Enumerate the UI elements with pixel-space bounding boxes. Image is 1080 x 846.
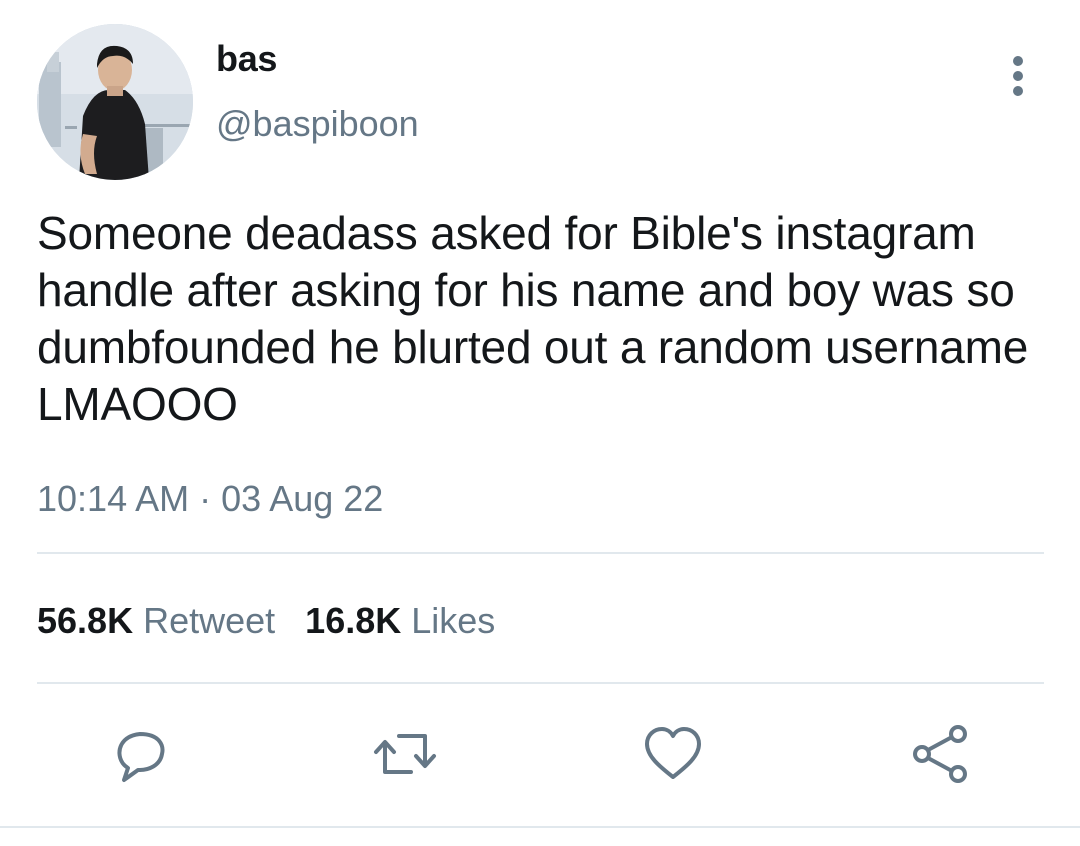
divider xyxy=(0,826,1080,828)
tweet-timestamp[interactable]: 10:14 AM · 03 Aug 22 xyxy=(37,478,383,520)
author-name[interactable]: bas xyxy=(216,38,277,80)
likes-stat[interactable]: 16.8K Likes xyxy=(305,600,495,641)
avatar-photo xyxy=(37,24,193,180)
tweet-date: 03 Aug 22 xyxy=(221,478,384,519)
tweet-stats: 56.8K Retweet 16.8K Likes xyxy=(37,600,495,642)
avatar[interactable] xyxy=(37,24,193,180)
retweet-button[interactable] xyxy=(373,722,437,786)
retweets-label: Retweet xyxy=(143,600,276,641)
author-handle[interactable]: @baspiboon xyxy=(216,103,419,145)
likes-count: 16.8K xyxy=(305,600,402,641)
divider xyxy=(37,552,1044,554)
reply-button[interactable] xyxy=(108,722,172,786)
tweet-text: Someone deadass asked for Bible's instag… xyxy=(37,207,1029,430)
share-button[interactable] xyxy=(908,722,972,786)
like-button[interactable] xyxy=(641,722,705,786)
retweet-icon xyxy=(374,734,436,774)
timestamp-separator: · xyxy=(199,478,212,519)
retweets-stat[interactable]: 56.8K Retweet xyxy=(37,600,275,641)
like-icon xyxy=(645,727,701,779)
divider xyxy=(37,682,1044,684)
more-options-icon[interactable] xyxy=(1000,54,1036,98)
reply-icon xyxy=(117,732,165,782)
tweet-time: 10:14 AM xyxy=(37,478,190,519)
retweets-count: 56.8K xyxy=(37,600,134,641)
likes-label: Likes xyxy=(411,600,496,641)
share-icon xyxy=(913,725,967,783)
